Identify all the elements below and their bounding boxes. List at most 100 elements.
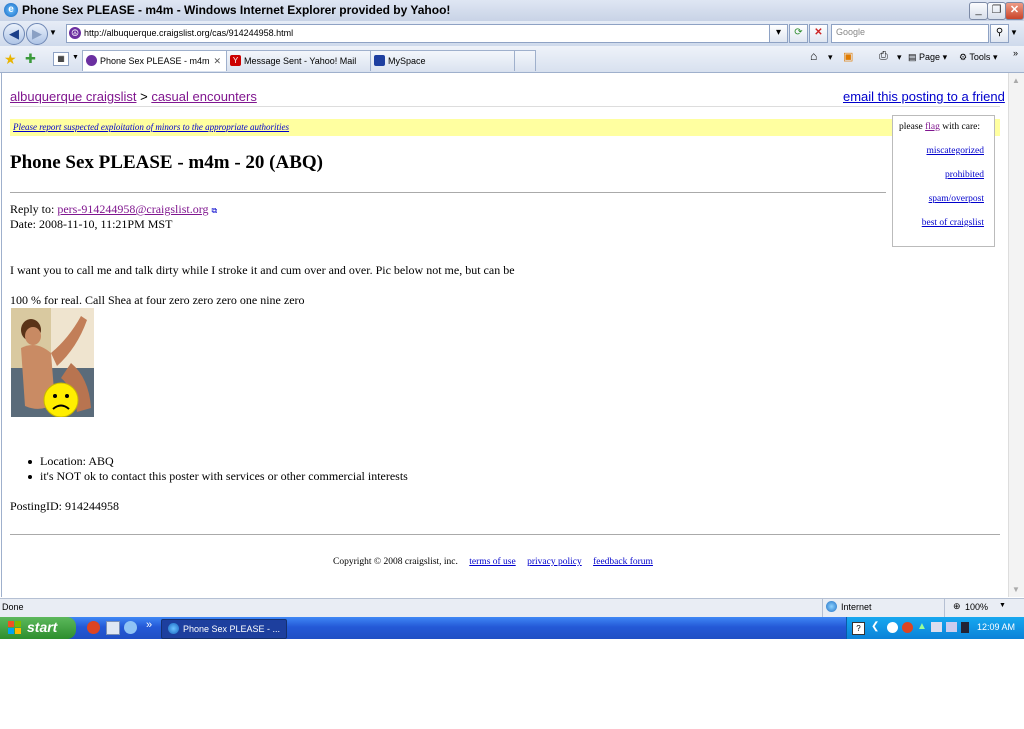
desktop-quicklaunch-icon[interactable] [106, 621, 120, 635]
reply-line: Reply to: pers-914244958@craigslist.org … [10, 202, 218, 216]
feedback-forum-link[interactable]: feedback forum [593, 557, 653, 567]
volume-icon[interactable] [946, 622, 957, 632]
peace-icon [86, 55, 97, 66]
address-dropdown-button[interactable]: ▾ [769, 24, 788, 43]
taskbar-ie-window[interactable]: Phone Sex PLEASE - ... [161, 619, 287, 639]
tools-menu[interactable]: ⚙ Tools ▾ [959, 52, 997, 63]
address-field[interactable]: ☮ http://albuquerque.craigslist.org/cas/… [66, 24, 784, 43]
tray-app-icon-2[interactable] [902, 622, 913, 633]
tray-app-icon-1[interactable] [887, 622, 898, 633]
new-tab-button[interactable] [514, 50, 536, 71]
ie-task-icon [168, 623, 179, 634]
privacy-policy-link[interactable]: privacy policy [527, 557, 582, 567]
home-icon[interactable]: ⌂ [810, 49, 817, 63]
tab-phone-sex[interactable]: Phone Sex PLEASE - m4m ✕ [82, 50, 227, 71]
footer: Copyright © 2008 craigslist, inc. terms … [333, 557, 653, 567]
posting-body-line1: I want you to call me and talk dirty whi… [10, 263, 515, 277]
status-bar: Done Internet ⊕ 100% ▼ [0, 598, 1024, 617]
history-dropdown-icon[interactable]: ▼ [49, 28, 57, 37]
report-exploitation-link[interactable]: Please report suspected exploitation of … [13, 122, 289, 132]
vertical-scrollbar[interactable]: ▲ ▼ [1008, 73, 1024, 597]
restore-button[interactable]: ❐ [987, 2, 1006, 20]
breadcrumb: albuquerque craigslist > casual encounte… [10, 89, 257, 104]
external-link-icon[interactable]: ⧉ [212, 206, 218, 215]
breadcrumb-site-link[interactable]: albuquerque craigslist [10, 89, 136, 104]
tray-arrow-icon[interactable]: ❮ [871, 621, 879, 632]
system-tray: ? ❮ ▲ 12:09 AM [846, 617, 1024, 639]
print-icon[interactable]: ⎙ [879, 50, 888, 63]
network-icon[interactable] [931, 622, 942, 632]
address-text: http://albuquerque.craigslist.org/cas/91… [84, 28, 294, 38]
window-title: Phone Sex PLEASE - m4m - Windows Interne… [22, 3, 451, 17]
terms-of-use-link[interactable]: terms of use [469, 557, 515, 567]
posting-body-line2: 100 % for real. Call Shea at four zero z… [10, 293, 305, 307]
scroll-down-icon[interactable]: ▼ [1012, 585, 1020, 594]
start-button[interactable]: start [0, 617, 76, 639]
page-menu[interactable]: ▤ Page ▾ [908, 52, 947, 63]
tab-list-icon[interactable]: ▼ [72, 54, 79, 61]
scroll-up-icon[interactable]: ▲ [1012, 76, 1020, 85]
print-dropdown-icon[interactable]: ▾ [897, 52, 902, 63]
posting-date: Date: 2008-11-10, 11:21PM MST [10, 217, 173, 231]
posting-details-list: Location: ABQ it's NOT ok to contact thi… [28, 454, 408, 484]
zoom-icon: ⊕ [953, 601, 961, 611]
flag-best-of-link[interactable]: best of craigslist [922, 218, 984, 228]
tab-yahoo-mail[interactable]: Y Message Sent - Yahoo! Mail [226, 50, 371, 71]
ie-logo-icon: e [4, 3, 18, 17]
minimize-button[interactable]: _ [969, 2, 988, 20]
stop-button[interactable]: ✕ [809, 24, 828, 43]
close-button[interactable]: ✕ [1005, 2, 1024, 20]
aim-quicklaunch-icon[interactable] [87, 621, 100, 634]
peace-favicon-icon: ☮ [69, 27, 81, 39]
address-toolbar: ◀ ▶ ▼ ☮ http://albuquerque.craigslist.or… [0, 21, 1024, 46]
flag-prohibited-link[interactable]: prohibited [945, 170, 984, 180]
posting-id: PostingID: 914244958 [10, 499, 120, 513]
quicklaunch-more-icon[interactable]: » [146, 619, 152, 631]
status-divider [822, 599, 823, 617]
ie-quicklaunch-icon[interactable] [124, 621, 137, 634]
zoom-dropdown-icon[interactable]: ▼ [999, 602, 1006, 609]
posting-image [11, 308, 94, 417]
search-options-icon[interactable]: ▼ [1010, 28, 1018, 37]
zoom-level[interactable]: 100% [965, 602, 988, 612]
wifi-icon[interactable]: ▲ [917, 621, 927, 632]
search-input[interactable]: Google [831, 24, 989, 43]
chevron-more-icon[interactable]: » [1013, 48, 1018, 58]
flag-box: please flag with care: miscategorized pr… [892, 115, 995, 247]
tab-close-icon[interactable]: ✕ [213, 51, 221, 71]
forward-button[interactable]: ▶ [26, 23, 48, 45]
posting-title: Phone Sex PLEASE - m4m - 20 (ABQ) [10, 152, 323, 173]
favorites-star-icon[interactable]: ★ [4, 51, 17, 68]
clock[interactable]: 12:09 AM [977, 622, 1015, 632]
taskbar: start » Phone Sex PLEASE - ... ? ❮ ▲ 12:… [0, 617, 1024, 639]
tab-myspace[interactable]: MySpace [370, 50, 515, 71]
title-divider [10, 192, 886, 193]
breadcrumb-separator: > [140, 89, 148, 104]
refresh-button[interactable]: ⟳ [789, 24, 808, 43]
battery-icon[interactable] [961, 622, 969, 633]
flag-spam-link[interactable]: spam/overpost [929, 194, 984, 204]
feeds-icon[interactable]: ▣ [843, 50, 853, 63]
gear-icon: ⚙ [959, 52, 968, 62]
list-item-no-contact: it's NOT ok to contact this poster with … [28, 469, 408, 484]
page-icon: ▤ [908, 52, 917, 62]
email-friend-link[interactable]: email this posting to a friend [843, 89, 1005, 104]
list-item-location: Location: ABQ [28, 454, 408, 469]
tab-bar: ★ ✚ ▦ ▼ Phone Sex PLEASE - m4m ✕ Y Messa… [0, 46, 1024, 73]
search-button[interactable]: ⚲ [990, 24, 1009, 43]
home-dropdown-icon[interactable]: ▾ [828, 52, 833, 63]
reply-email-link[interactable]: pers-914244958@craigslist.org [57, 202, 208, 216]
status-text: Done [2, 602, 24, 612]
yahoo-icon: Y [230, 55, 241, 66]
flag-miscategorized-link[interactable]: miscategorized [926, 146, 984, 156]
back-button[interactable]: ◀ [3, 23, 25, 45]
window-titlebar: e Phone Sex PLEASE - m4m - Windows Inter… [0, 0, 1024, 22]
footer-divider [10, 534, 1000, 535]
status-divider-2 [944, 599, 945, 617]
flag-link[interactable]: flag [925, 122, 940, 132]
breadcrumb-section-link[interactable]: casual encounters [151, 89, 257, 104]
copyright-text: Copyright © 2008 craigslist, inc. [333, 557, 458, 567]
quick-tabs-icon[interactable]: ▦ [53, 52, 69, 66]
add-favorites-icon[interactable]: ✚ [25, 51, 36, 67]
help-icon[interactable]: ? [852, 622, 865, 635]
